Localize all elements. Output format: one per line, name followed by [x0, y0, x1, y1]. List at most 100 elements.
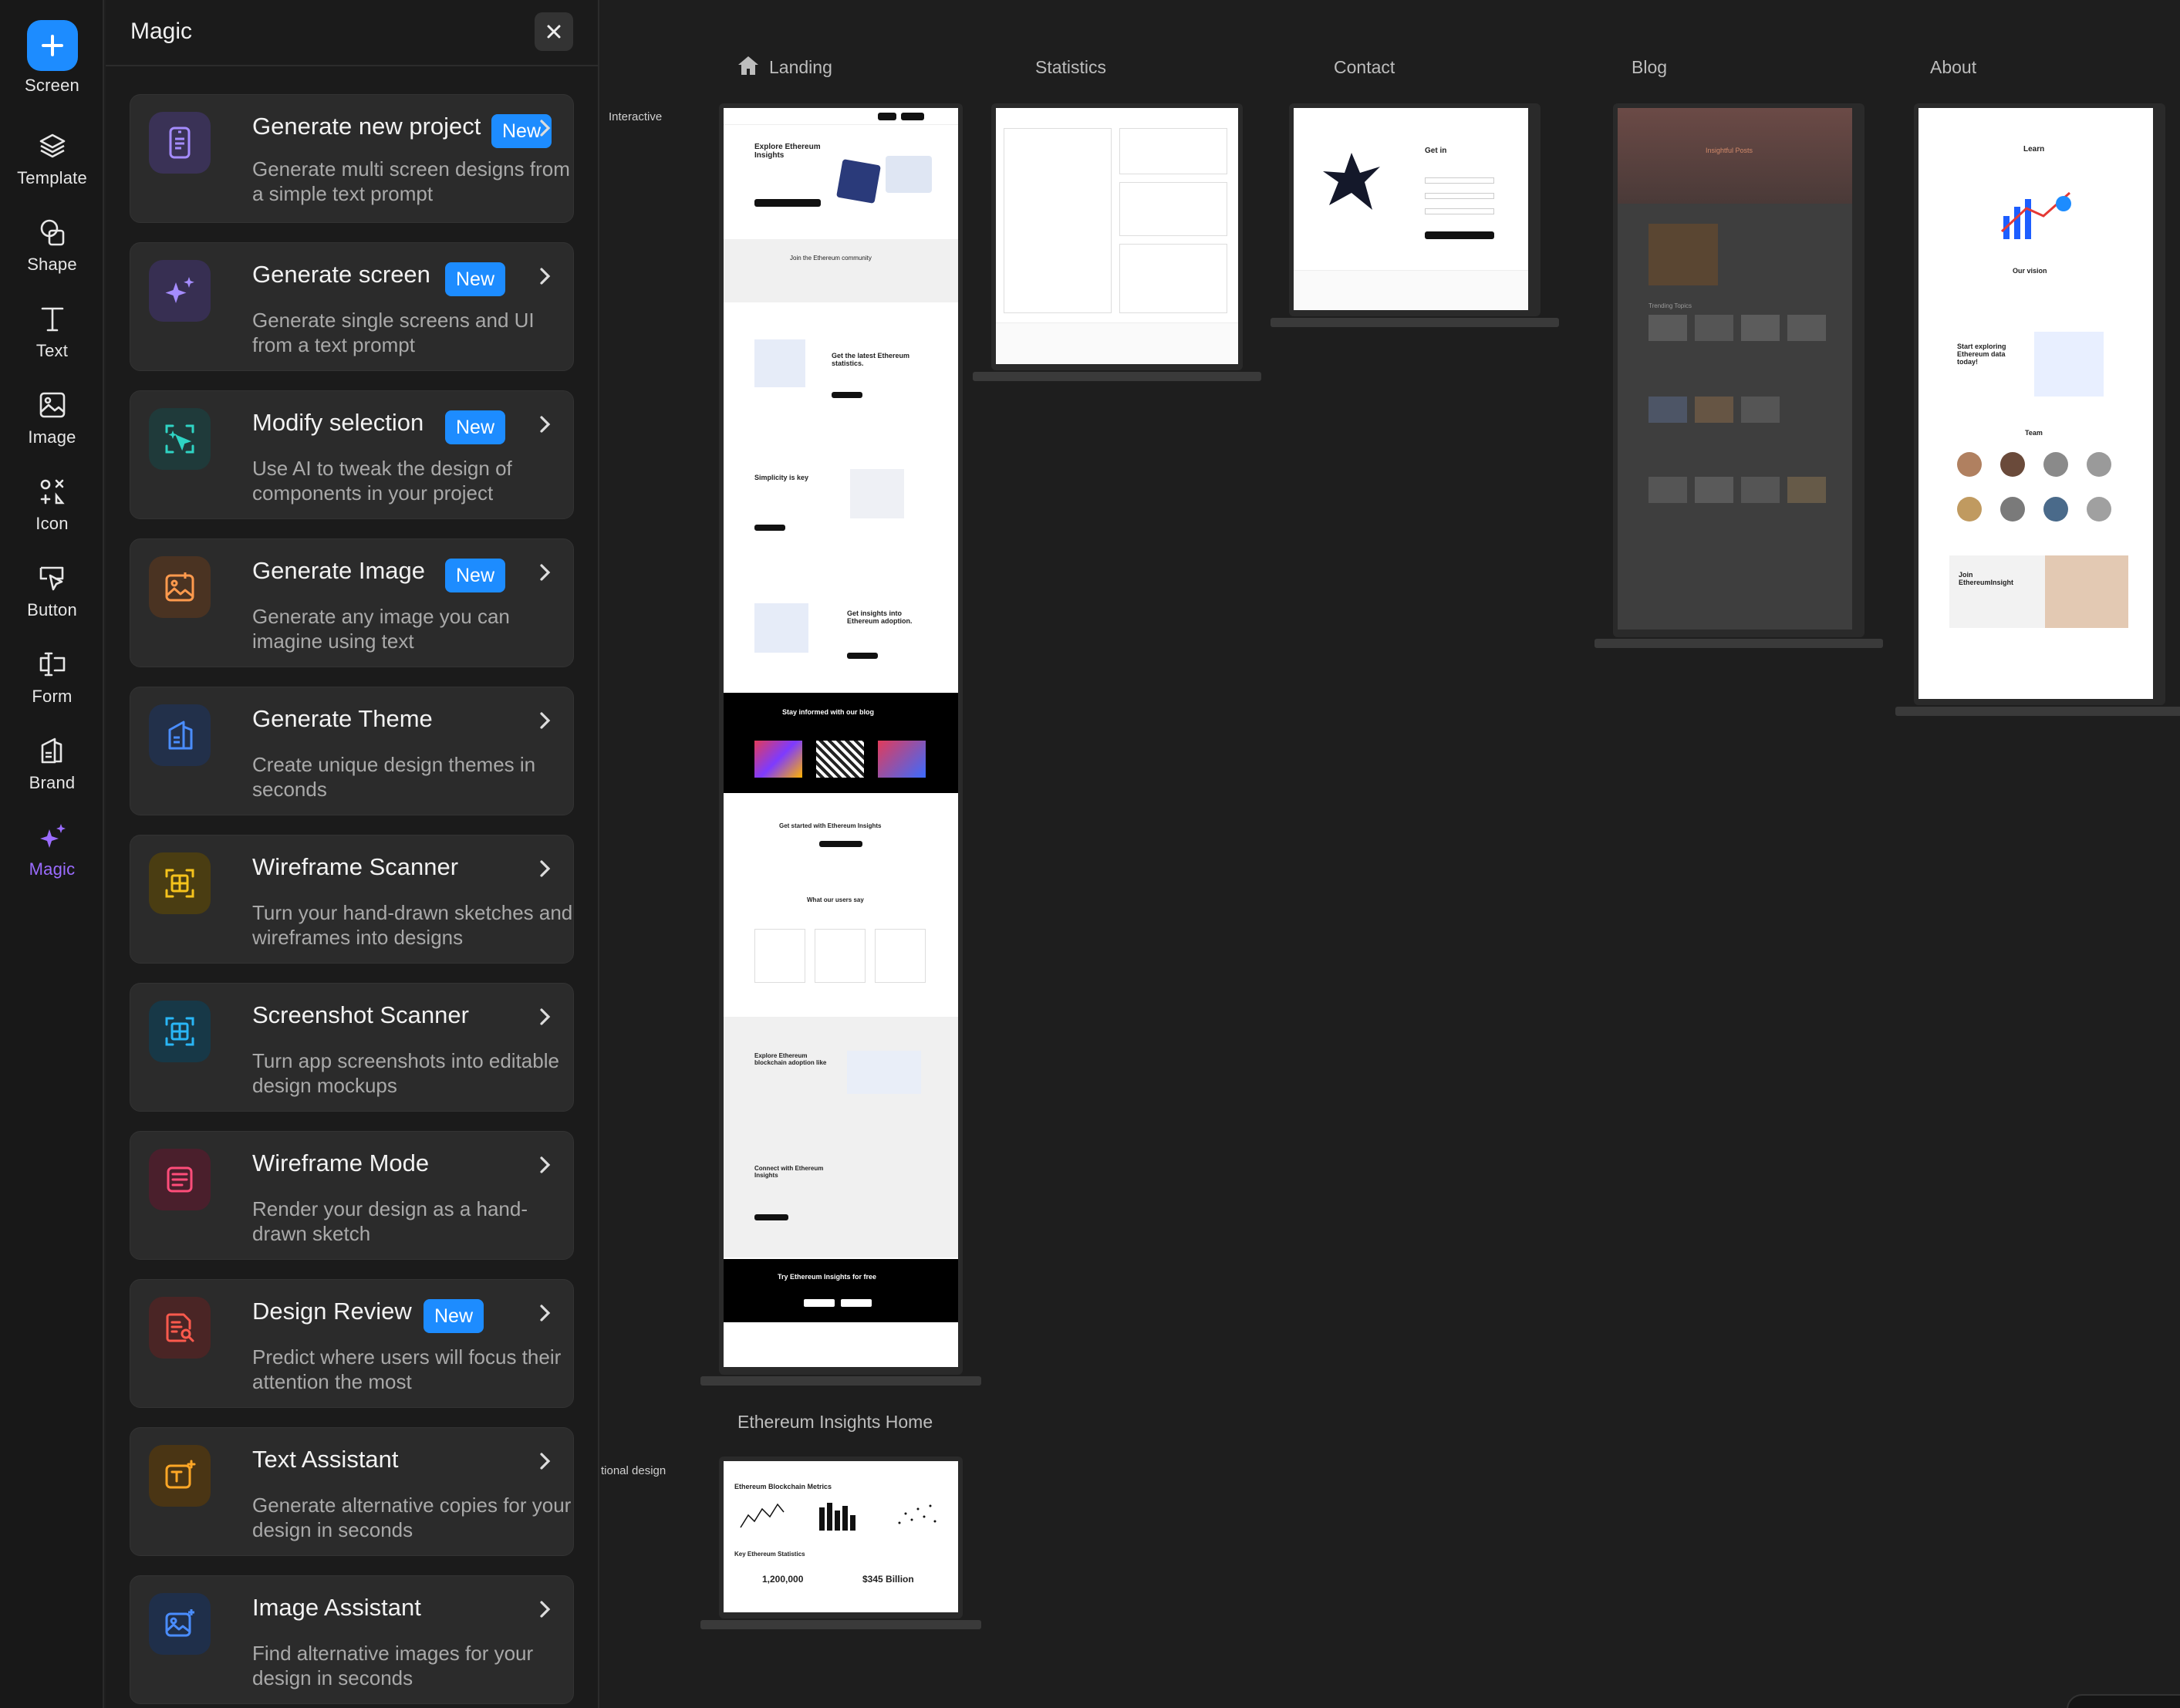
toolbar-icon[interactable]: Icon: [0, 474, 104, 551]
toolbar-text[interactable]: Text: [0, 301, 104, 378]
landing-explore-adoption: Explore Ethereum blockchain adoption lik…: [754, 1052, 827, 1066]
text-assistant-icon: [149, 1445, 211, 1507]
image-assistant-icon: [149, 1593, 211, 1655]
magic-panel: Magic Generate new project New Generate …: [106, 0, 599, 1708]
home-line-chart: [739, 1500, 785, 1531]
close-button[interactable]: [535, 12, 573, 51]
card-description: Turn app screenshots into editable desig…: [252, 1049, 559, 1097]
magic-icon: [35, 819, 70, 855]
card-description: Turn your hand-drawn sketches and wirefr…: [252, 901, 573, 949]
magic-card-screenshot-scanner[interactable]: Screenshot Scanner Turn app screenshots …: [130, 983, 574, 1112]
card-title: Generate new project: [252, 113, 481, 140]
blog-heading: Insightful Posts: [1706, 147, 1753, 154]
magic-card-image-assistant[interactable]: Image Assistant Find alternative images …: [130, 1575, 574, 1704]
magic-card-generate-project[interactable]: Generate new project New Generate multi …: [130, 94, 574, 223]
magic-card-design-review[interactable]: Design Review New Predict where users wi…: [130, 1279, 574, 1408]
app-root: Screen Template Shape Text Image Icon Bu…: [0, 0, 2180, 1708]
frame-label-landing[interactable]: Landing: [769, 57, 832, 78]
new-badge: New: [445, 262, 506, 296]
card-title: Wireframe Scanner: [252, 853, 459, 880]
wireframe-scanner-icon: [149, 852, 211, 914]
toolbar-magic[interactable]: Magic: [0, 819, 104, 896]
about-start: Start exploring Ethereum data today!: [1957, 343, 2006, 366]
frame-label-blog[interactable]: Blog: [1632, 57, 1667, 78]
toolbar-label: Image: [28, 427, 76, 447]
card-title: Generate Theme: [252, 705, 433, 732]
shape-icon: [35, 214, 70, 250]
device-base: [700, 1620, 981, 1629]
frame-label-about[interactable]: About: [1930, 57, 1976, 78]
home-key-stats: Key Ethereum Statistics: [734, 1551, 805, 1558]
device-base: [1271, 318, 1559, 327]
magic-card-wireframe-scanner[interactable]: Wireframe Scanner Turn your hand-drawn s…: [130, 835, 574, 964]
magic-card-text-assistant[interactable]: Text Assistant Generate alternative copi…: [130, 1427, 574, 1556]
toolbar-label: Form: [32, 687, 73, 706]
landing-get-started: Get started with Ethereum Insights: [779, 822, 882, 829]
new-badge: New: [424, 1299, 484, 1333]
frame-blog[interactable]: Insightful Posts Trending Topics: [1595, 103, 1883, 648]
chevron-right-icon: [540, 120, 551, 137]
design-canvas[interactable]: Landing Statistics Contact Blog About Et…: [601, 0, 2180, 1708]
card-description: Create unique design themes in seconds: [252, 753, 536, 801]
layers-icon: [35, 128, 70, 164]
device-base: [1595, 639, 1883, 648]
landing-cta[interactable]: [754, 199, 821, 207]
toolbar-brand[interactable]: Brand: [0, 733, 104, 810]
frame-landing[interactable]: Explore Ethereum Insights Join the Ether…: [700, 103, 981, 1386]
wireframe-mode-icon: [149, 1149, 211, 1210]
toolbar-shape[interactable]: Shape: [0, 214, 104, 292]
magic-card-generate-theme[interactable]: Generate Theme Create unique design them…: [130, 687, 574, 815]
card-title: Image Assistant: [252, 1594, 421, 1621]
frame-label-statistics[interactable]: Statistics: [1035, 57, 1106, 78]
landing-adoption-image: [754, 603, 808, 653]
new-badge: New: [445, 559, 506, 592]
magic-card-modify-selection[interactable]: Modify selection New Use AI to tweak the…: [130, 390, 574, 519]
landing-simplicity-image: [850, 469, 904, 518]
toolbar-label: Screen: [25, 76, 79, 95]
home-stat-1: 1,200,000: [762, 1574, 804, 1585]
card-title: Text Assistant: [252, 1446, 399, 1473]
row-label-interactive: Interactive: [609, 110, 663, 123]
button-icon: [35, 560, 70, 596]
phone-ai-icon: [149, 112, 211, 174]
card-description: Use AI to tweak the design of components…: [252, 457, 512, 505]
about-vision: Our vision: [2013, 267, 2047, 275]
landing-adoption-title: Get insights into Ethereum adoption.: [847, 609, 913, 625]
toolbar-screen[interactable]: Screen: [0, 20, 104, 97]
frame-home[interactable]: Ethereum Blockchain Metrics Key Ethereum…: [700, 1457, 981, 1629]
card-description: Predict where users will focus their att…: [252, 1345, 562, 1393]
chevron-right-icon: [540, 1305, 551, 1322]
brand-icon: [35, 733, 70, 768]
magic-card-generate-screen[interactable]: Generate screen New Generate single scre…: [130, 242, 574, 371]
frame-statistics[interactable]: [973, 103, 1261, 381]
toolbar-template[interactable]: Template: [0, 128, 104, 205]
magic-card-wireframe-mode[interactable]: Wireframe Mode Render your design as a h…: [130, 1131, 574, 1260]
home-scatter-chart: [893, 1500, 940, 1531]
toolbar-form[interactable]: Form: [0, 646, 104, 724]
chevron-right-icon: [540, 268, 551, 285]
landing-hero-title: Explore Ethereum Insights: [754, 143, 821, 160]
bottom-toolbar[interactable]: [2067, 1694, 2180, 1708]
landing-simplicity-title: Simplicity is key: [754, 474, 809, 481]
icon-icon: [35, 474, 70, 509]
card-description: Generate single screens and UI from a te…: [252, 309, 535, 356]
device-base: [973, 372, 1261, 381]
toolbar-label: Brand: [29, 773, 76, 792]
theme-icon: [149, 704, 211, 766]
toolbar-label: Template: [17, 168, 87, 187]
device-base: [700, 1376, 981, 1386]
frame-label-home[interactable]: Ethereum Insights Home: [737, 1412, 933, 1433]
landing-blog-section: Stay informed with our blog: [724, 693, 958, 793]
screenshot-scanner-icon: [149, 1001, 211, 1062]
landing-community-band: [724, 239, 958, 302]
modify-selection-icon: [149, 408, 211, 470]
chevron-right-icon: [540, 1008, 551, 1025]
toolbar-image[interactable]: Image: [0, 387, 104, 464]
frame-label-contact[interactable]: Contact: [1334, 57, 1395, 78]
frame-contact[interactable]: Get in: [1271, 103, 1559, 327]
about-screen: Learn Our vision Start exploring Ethereu…: [1918, 108, 2153, 699]
frame-about[interactable]: Learn Our vision Start exploring Ethereu…: [1895, 103, 2180, 716]
toolbar-button[interactable]: Button: [0, 560, 104, 637]
chevron-right-icon: [540, 860, 551, 877]
magic-card-generate-image[interactable]: Generate Image New Generate any image yo…: [130, 538, 574, 667]
